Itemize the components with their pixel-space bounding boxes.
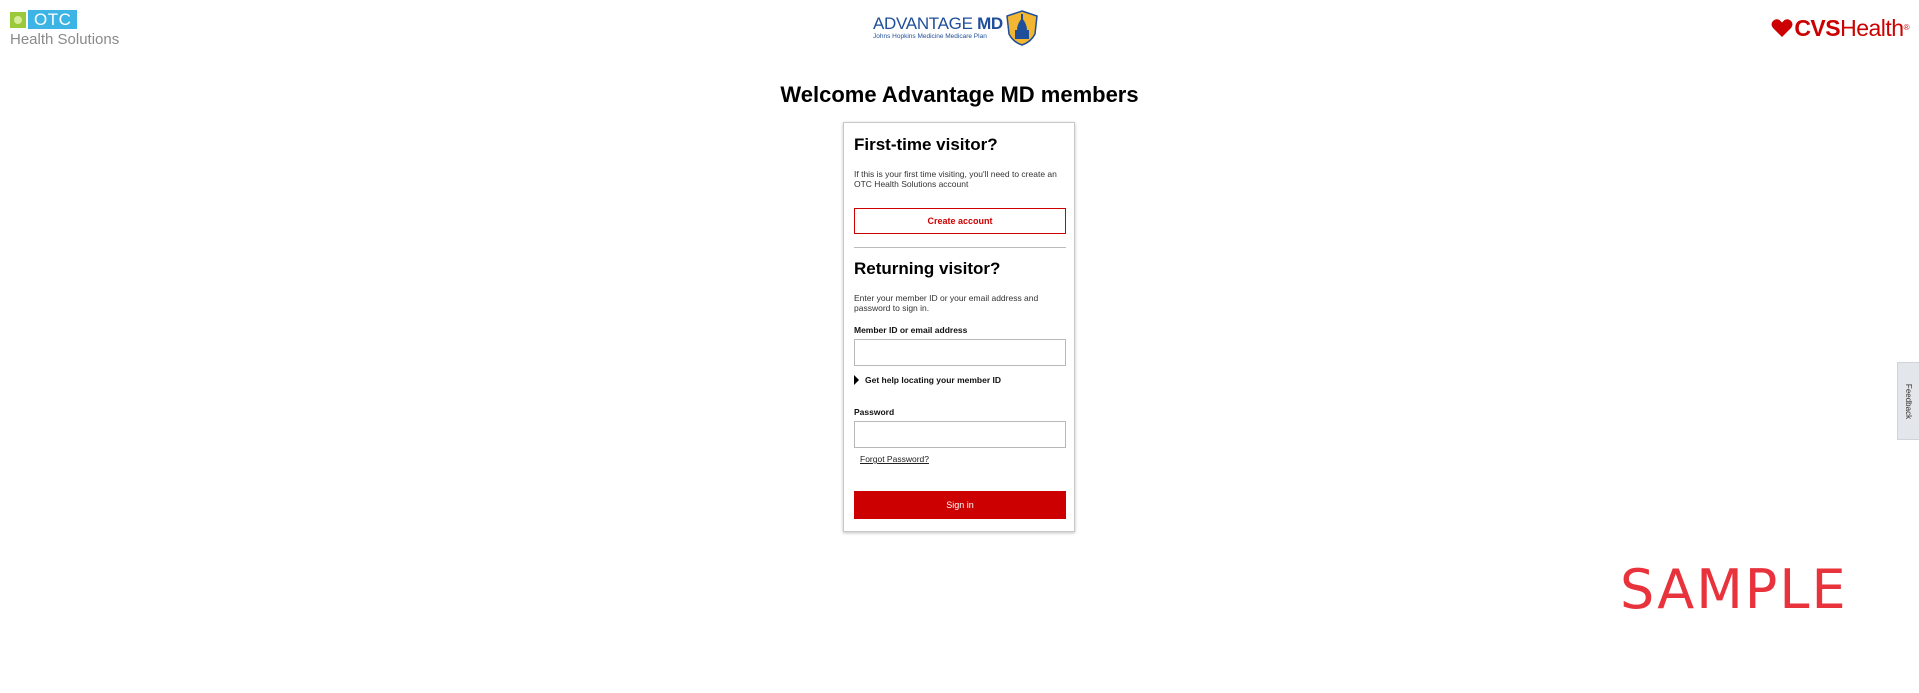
page-title: Welcome Advantage MD members xyxy=(780,82,1139,107)
heart-icon xyxy=(1771,19,1793,37)
otc-logo-mark: OTC xyxy=(10,10,130,29)
advantage-md-title-suffix: MD xyxy=(977,14,1003,33)
cvs-registered-mark: ® xyxy=(1903,23,1910,32)
first-time-visitor-description: If this is your first time visiting, you… xyxy=(854,169,1057,189)
password-input[interactable] xyxy=(854,421,1066,448)
sample-watermark: SAMPLE xyxy=(1620,558,1848,621)
advantage-md-logo[interactable]: ADVANTAGE MD Johns Hopkins Medicine Medi… xyxy=(873,10,1039,46)
advantage-md-title: ADVANTAGE MD xyxy=(873,15,1003,33)
member-id-input[interactable] xyxy=(854,339,1066,366)
sign-in-button[interactable]: Sign in xyxy=(854,491,1066,519)
cvs-brand-text: CVS xyxy=(1794,15,1841,41)
member-id-label: Member ID or email address xyxy=(854,325,968,335)
caret-right-icon xyxy=(854,375,859,385)
member-id-help-text: Get help locating your member ID xyxy=(865,375,1002,385)
hopkins-dome-shield-icon xyxy=(1006,10,1038,46)
otc-logo-badge: OTC xyxy=(28,10,78,29)
cvs-health-text: Health xyxy=(1840,15,1904,41)
login-page: OTC Health Solutions ADVANTAGE MD Johns … xyxy=(0,0,1919,693)
forgot-password-link[interactable]: Forgot Password? xyxy=(860,454,929,464)
advantage-md-wordmark: ADVANTAGE MD Johns Hopkins Medicine Medi… xyxy=(873,15,1003,41)
feedback-label: Feedback xyxy=(1904,383,1914,419)
login-card: First-time visitor? If this is your firs… xyxy=(843,122,1075,532)
cvs-health-logo[interactable]: CVSHealth® xyxy=(1771,16,1910,40)
otc-leaf-icon xyxy=(10,11,26,28)
advantage-md-subtitle: Johns Hopkins Medicine Medicare Plan xyxy=(873,33,987,40)
otc-logo-subtitle: Health Solutions xyxy=(10,31,120,48)
otc-health-solutions-logo[interactable]: OTC Health Solutions xyxy=(10,10,130,50)
returning-visitor-heading: Returning visitor? xyxy=(854,259,1001,278)
first-time-visitor-heading: First-time visitor? xyxy=(854,135,998,154)
returning-visitor-description: Enter your member ID or your email addre… xyxy=(854,293,1039,313)
create-account-button[interactable]: Create account xyxy=(854,208,1066,234)
member-id-help-toggle[interactable]: Get help locating your member ID xyxy=(854,375,1001,385)
advantage-md-title-prefix: ADVANTAGE xyxy=(873,14,978,33)
section-divider xyxy=(854,247,1066,248)
feedback-tab[interactable]: Feedback xyxy=(1897,362,1919,440)
password-label: Password xyxy=(854,407,895,417)
cvs-health-wordmark: CVSHealth® xyxy=(1794,16,1909,40)
